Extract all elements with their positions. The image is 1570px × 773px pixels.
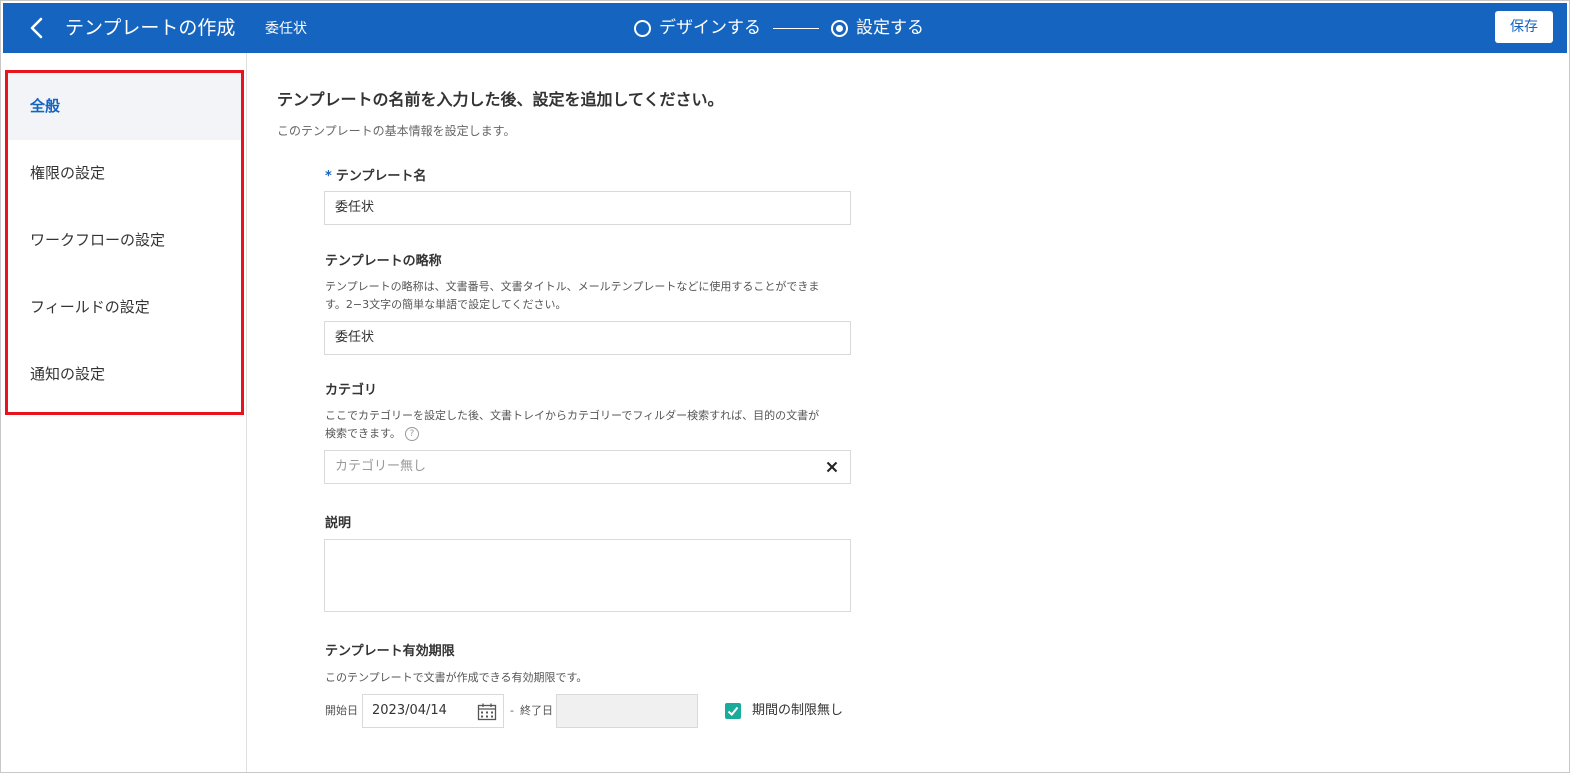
date-separator: - bbox=[510, 704, 514, 717]
save-button[interactable]: 保存 bbox=[1495, 11, 1553, 43]
template-name-input[interactable]: 委任状 bbox=[324, 191, 851, 225]
close-icon[interactable] bbox=[824, 459, 840, 475]
document-name: 委任状 bbox=[265, 21, 307, 37]
sidebar-item-fields[interactable]: フィールドの設定 bbox=[8, 274, 241, 341]
step-settings-label: 設定する bbox=[856, 18, 924, 38]
step-settings[interactable]: 設定する bbox=[831, 16, 924, 40]
validity-date-row: 開始日 2023/04/14 - 終了日 期間の制限無し bbox=[325, 694, 885, 728]
description-label: 説明 bbox=[325, 516, 352, 531]
template-name-label-text: テンプレート名 bbox=[335, 169, 427, 184]
end-date-input[interactable] bbox=[556, 694, 698, 728]
abbreviation-label: テンプレートの略称 bbox=[325, 254, 442, 269]
category-help-line2-text: 検索できます。 bbox=[325, 427, 401, 440]
end-date-label: 終了日 bbox=[520, 704, 553, 717]
sidebar-item-workflow[interactable]: ワークフローの設定 bbox=[8, 207, 241, 274]
start-date-value: 2023/04/14 bbox=[372, 703, 447, 718]
section-subtitle: このテンプレートの基本情報を設定します。 bbox=[277, 124, 516, 138]
category-help: ここでカテゴリーを設定した後、文書トレイからカテゴリーでフィルダー検索すれば、目… bbox=[325, 407, 845, 443]
category-placeholder: カテゴリー無し bbox=[335, 459, 427, 474]
sidebar-item-notifications[interactable]: 通知の設定 bbox=[8, 341, 241, 408]
sidebar-item-general[interactable]: 全般 bbox=[8, 73, 241, 140]
step-settings-radio-icon bbox=[831, 19, 848, 37]
step-design-label: デザインする bbox=[659, 18, 761, 38]
abbreviation-input[interactable]: 委任状 bbox=[324, 321, 851, 355]
category-help-line2: 検索できます。? bbox=[325, 425, 845, 443]
step-connector bbox=[773, 27, 819, 29]
validity-help: このテンプレートで文書が作成できる有効期限です。 bbox=[325, 671, 588, 684]
template-name-label: * テンプレート名 bbox=[325, 168, 426, 186]
help-icon[interactable]: ? bbox=[404, 427, 419, 441]
chevron-left-icon bbox=[30, 17, 43, 39]
category-help-line1: ここでカテゴリーを設定した後、文書トレイからカテゴリーでフィルダー検索すれば、目… bbox=[325, 409, 820, 422]
checkmark-icon bbox=[727, 706, 739, 716]
abbreviation-help-line1: テンプレートの略称は、文書番号、文書タイトル、メールテンプレートなどに使用するこ… bbox=[325, 280, 820, 293]
main-content: テンプレートの名前を入力した後、設定を追加してください。 このテンプレートの基本… bbox=[248, 53, 1567, 772]
category-label: カテゴリ bbox=[325, 383, 378, 398]
start-date-input[interactable]: 2023/04/14 bbox=[362, 694, 504, 728]
category-select[interactable]: カテゴリー無し bbox=[324, 450, 851, 484]
validity-label: テンプレート有効期限 bbox=[325, 644, 455, 659]
section-title: テンプレートの名前を入力した後、設定を追加してください。 bbox=[277, 90, 724, 109]
no-limit-label: 期間の制限無し bbox=[752, 703, 844, 718]
abbreviation-help-line2: す。2−3文字の簡単な単語で設定してください。 bbox=[325, 298, 567, 311]
back-button[interactable] bbox=[25, 14, 51, 42]
settings-menu-highlight: 全般 権限の設定 ワークフローの設定 フィールドの設定 通知の設定 bbox=[5, 70, 244, 415]
calendar-icon[interactable] bbox=[477, 703, 497, 721]
app-window: テンプレートの作成 委任状 デザインする 設定する 保存 全般 権限の設定 ワー… bbox=[0, 0, 1570, 773]
page-title: テンプレートの作成 bbox=[65, 17, 236, 39]
start-date-label: 開始日 bbox=[325, 704, 358, 717]
required-mark: * bbox=[325, 169, 332, 184]
sidebar-item-permissions[interactable]: 権限の設定 bbox=[8, 140, 241, 207]
abbreviation-help: テンプレートの略称は、文書番号、文書タイトル、メールテンプレートなどに使用するこ… bbox=[325, 278, 845, 314]
step-indicator: デザインする 設定する bbox=[634, 15, 924, 41]
description-textarea[interactable] bbox=[324, 539, 851, 612]
step-design-radio-icon bbox=[634, 19, 651, 37]
sidebar: 全般 権限の設定 ワークフローの設定 フィールドの設定 通知の設定 bbox=[3, 53, 247, 772]
no-limit-checkbox[interactable] bbox=[725, 703, 741, 719]
header-bar: テンプレートの作成 委任状 デザインする 設定する 保存 bbox=[3, 3, 1567, 53]
step-design[interactable]: デザインする bbox=[634, 16, 761, 40]
